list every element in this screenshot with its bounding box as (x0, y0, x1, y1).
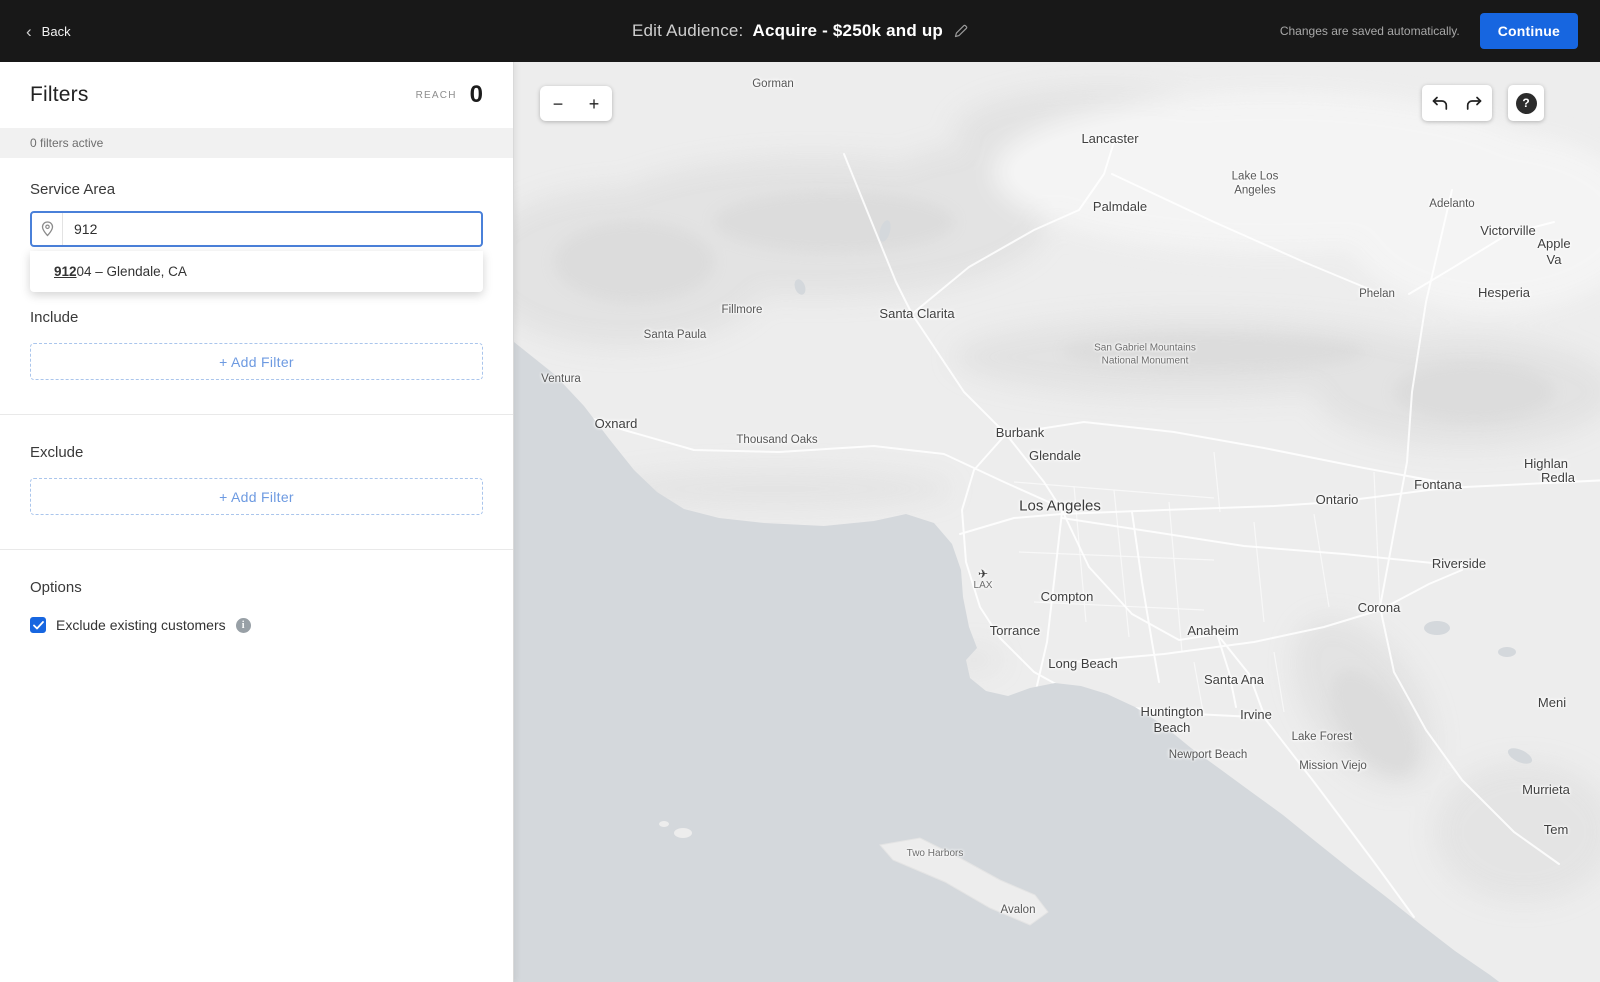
map-city-label: Irvine (1240, 706, 1272, 722)
map-city-label: Apple Va (1537, 235, 1571, 267)
map-city-label: Oxnard (594, 415, 638, 431)
back-chevron-icon: ‹ (26, 21, 32, 41)
map-city-label: Riverside (1431, 555, 1487, 571)
info-icon[interactable]: i (235, 617, 251, 633)
service-area-input-value: 912 (74, 221, 98, 237)
plane-icon: ✈ (977, 566, 989, 581)
map-city-label: Lake Los Angeles (1231, 170, 1279, 197)
exclude-add-filter-button[interactable]: + Add Filter (30, 478, 483, 515)
map-city-label: Ventura (541, 372, 581, 385)
map-city-label: Santa Paula (643, 328, 707, 341)
map-city-label: Lake Forest (1291, 730, 1353, 743)
map-city-label: Tem (1543, 821, 1569, 837)
map-city-label: Fillmore (721, 303, 763, 316)
zoom-out-button[interactable]: − (540, 86, 576, 121)
service-area-input-wrap: 912 91204 – Glendale, CA (30, 211, 483, 292)
redo-icon (1466, 96, 1482, 110)
section-divider (0, 549, 513, 550)
include-label: Include (30, 309, 79, 326)
map-city-label: Torrance (989, 622, 1041, 638)
reach-value: 0 (469, 81, 483, 108)
map-city-label: Palmdale (1092, 198, 1148, 214)
section-divider (0, 414, 513, 415)
options-section: Options Exclude existing customers i (0, 579, 513, 633)
filters-title: Filters (30, 83, 89, 106)
reach-indicator: REACH 0 (416, 81, 483, 109)
map-city-label: Anaheim (1187, 622, 1239, 638)
map-city-label: Highlan (1523, 455, 1569, 471)
map-city-label: Huntington Beach (1140, 703, 1204, 735)
map-city-label: Burbank (995, 424, 1045, 440)
map-city-label: Thousand Oaks (736, 433, 818, 446)
title-name: Acquire - $250k and up (752, 21, 944, 40)
help-button[interactable]: ? (1508, 85, 1544, 121)
map-city-label: Hesperia (1477, 284, 1531, 300)
map-city-label: Compton (1040, 588, 1094, 604)
autosave-note: Changes are saved automatically. (1279, 24, 1460, 38)
zip-suggestion-rest: 04 – Glendale, CA (76, 264, 187, 279)
back-button[interactable]: ‹ Back (0, 0, 97, 62)
map-city-label: Two Harbors (906, 847, 964, 859)
map-city-label: Meni (1537, 694, 1567, 710)
exclude-label: Exclude (30, 444, 84, 461)
exclude-existing-customers-row: Exclude existing customers i (30, 617, 483, 633)
map-city-label: Phelan (1359, 287, 1395, 300)
map-city-label: Long Beach (1048, 655, 1118, 671)
map-city-label: Redla (1541, 469, 1575, 485)
zoom-control: − + (540, 86, 612, 121)
title-prefix: Edit Audience: (631, 21, 744, 40)
map-city-label: Santa Ana (1204, 671, 1264, 687)
redo-button[interactable] (1457, 85, 1492, 121)
service-area-input[interactable]: 912 (30, 211, 483, 247)
include-add-filter-button[interactable]: + Add Filter (30, 343, 483, 380)
exclude-existing-customers-label: Exclude existing customers (56, 617, 226, 633)
exclude-existing-customers-checkbox[interactable] (30, 617, 46, 633)
exclude-section: Exclude + Add Filter (0, 444, 513, 515)
continue-button[interactable]: Continue (1479, 13, 1578, 49)
map-city-label: San Gabriel Mountains National Monument (1094, 342, 1196, 367)
edit-title-icon[interactable] (954, 24, 968, 38)
topbar-actions: Changes are saved automatically. Continu… (1280, 13, 1600, 49)
map-city-label: Avalon (1000, 903, 1036, 916)
map-city-label: Lancaster (1081, 130, 1139, 146)
map-city-label: Glendale (1028, 447, 1082, 463)
zip-suggestion-dropdown: 91204 – Glendale, CA (30, 251, 483, 292)
zoom-in-button[interactable]: + (576, 86, 612, 121)
map-city-label: Corona (1357, 599, 1401, 615)
location-pin-icon (32, 213, 63, 245)
map-city-label: Los Angeles (1019, 497, 1101, 515)
back-label: Back (41, 23, 71, 39)
page-title: Edit Audience: Acquire - $250k and up (632, 21, 968, 41)
map-city-label: Adelanto (1429, 197, 1475, 210)
topbar: ‹ Back Edit Audience: Acquire - $250k an… (0, 0, 1600, 62)
undo-icon (1432, 96, 1448, 110)
map-labels: Gorman Lancaster Lake Los Angeles Palmdale A… (514, 62, 1600, 982)
map-city-label: Mission Viejo (1299, 759, 1367, 772)
filters-sidebar: Filters REACH 0 0 filters active Service… (0, 62, 514, 982)
include-section: Include + Add Filter (0, 309, 513, 380)
map-city-label: Santa Clarita (879, 305, 955, 321)
map-city-label: Fontana (1414, 476, 1462, 492)
map-city-label: Ontario (1315, 491, 1359, 507)
undo-button[interactable] (1422, 85, 1457, 121)
question-mark-icon: ? (1515, 92, 1537, 114)
zip-suggestion-item[interactable]: 91204 – Glendale, CA (30, 251, 483, 292)
map-city-label: Newport Beach (1168, 748, 1248, 761)
map-city-label: Gorman (752, 77, 794, 90)
map-city-label: ✈ LAX (973, 566, 993, 591)
reach-label: REACH (415, 89, 457, 101)
service-area-section: Service Area 912 91204 – Glendale, CA (0, 181, 513, 292)
options-label: Options (30, 579, 82, 596)
map-canvas[interactable]: Gorman Lancaster Lake Los Angeles Palmdale A… (514, 62, 1600, 982)
zip-suggestion-match: 912 (54, 264, 77, 279)
filters-header: Filters REACH 0 (0, 62, 513, 128)
service-area-label: Service Area (30, 181, 116, 198)
map-city-label: Victorville (1480, 222, 1536, 238)
history-control (1422, 85, 1492, 121)
active-filters-count: 0 filters active (0, 128, 513, 158)
map-city-label: Murrieta (1522, 781, 1570, 797)
